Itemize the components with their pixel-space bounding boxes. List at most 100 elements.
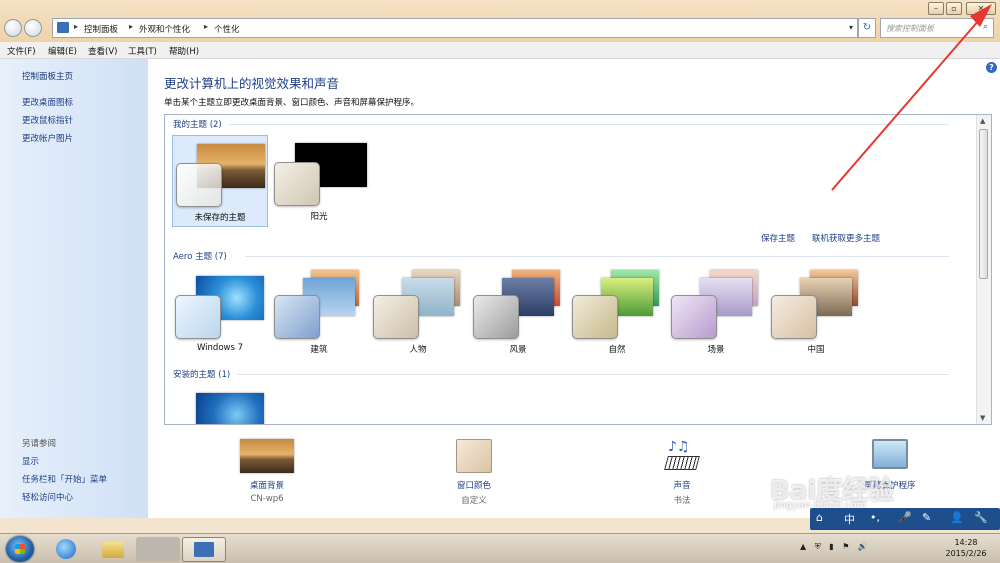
sidebar-item-account-picture[interactable]: 更改帐户图片 [22,132,73,144]
menu-file[interactable]: 文件(F) [7,45,36,57]
sidebar-item-taskbar-start[interactable]: 任务栏和「开始」菜单 [22,473,107,485]
page-subtitle: 单击某个主题立即更改桌面背景、窗口颜色、声音和屏幕保护程序。 [164,98,420,108]
back-button[interactable] [4,19,22,37]
help-icon[interactable]: ? [986,62,997,73]
breadcrumb-appearance[interactable]: 外观和个性化 [139,23,190,35]
theme-nature[interactable]: 自然 [569,268,665,360]
get-more-themes-link[interactable]: 联机获取更多主题 [812,232,880,244]
save-theme-link[interactable]: 保存主题 [761,232,795,244]
theme-china[interactable]: 中国 [768,268,864,360]
ime-pad-icon[interactable]: ✎ [922,511,931,524]
taskbar-explorer-button[interactable] [92,537,136,562]
scrollbar-thumb[interactable] [979,129,988,279]
refresh-button[interactable]: ↻ [858,18,876,38]
close-icon: ✕ [977,4,985,13]
breadcrumb-personalization[interactable]: 个性化 [214,23,240,35]
divider [229,124,949,125]
theme-windows7[interactable]: Windows 7 [172,268,268,360]
menu-help[interactable]: 帮助(H) [169,45,199,57]
theme-installed[interactable] [172,387,268,424]
taskbar-app-button[interactable] [136,537,180,562]
theme-label: 未保存的主题 [194,213,246,223]
breadcrumb-arrow-icon: ▸ [204,22,209,31]
window-color-swatch [456,439,492,473]
start-button[interactable] [6,536,34,562]
theme-color-swatch [771,295,817,339]
menu-bar: 文件(F) 编辑(E) 查看(V) 工具(T) 帮助(H) [0,42,1000,59]
theme-wallpaper-thumbnail [196,393,264,424]
ime-punctuation-icon[interactable]: •, [870,511,880,524]
sidebar-item-display[interactable]: 显示 [22,455,39,467]
volume-icon[interactable]: 🔊 [858,542,868,551]
system-tray: ▲ ⛨ ▮ ⚑ 🔊 [800,542,868,552]
ie-icon [56,539,76,559]
theme-label: 场景 [707,345,725,355]
search-input[interactable]: 搜索控制面板 ⌕ [880,18,994,38]
folder-icon [102,542,124,558]
network-icon[interactable]: ▮ [829,542,833,551]
chevron-down-icon[interactable]: ▾ [849,23,853,32]
theme-color-swatch [176,163,222,207]
theme-landscapes[interactable]: 风景 [470,268,566,360]
maximize-button[interactable]: ▫ [946,2,962,15]
tray-expand-icon[interactable]: ▲ [800,542,806,551]
theme-label: 自然 [608,345,626,355]
sidebar-item-ease-of-access[interactable]: 轻松访问中心 [22,491,73,503]
theme-label: 风景 [509,345,527,355]
menu-edit[interactable]: 编辑(E) [48,45,77,57]
scrollbar[interactable]: ▲ ▼ [976,115,991,424]
breadcrumb-arrow-icon: ▸ [74,22,79,31]
theme-characters[interactable]: 人物 [370,268,466,360]
forward-button[interactable] [24,19,42,37]
taskbar-ie-button[interactable] [46,537,90,562]
main-content: ? 更改计算机上的视觉效果和声音 单击某个主题立即更改桌面背景、窗口颜色、声音和… [148,59,1000,518]
aero-themes-header: Aero 主题 (7) [173,252,227,262]
divider [237,374,949,375]
minimize-button[interactable]: – [928,2,944,15]
shield-icon[interactable]: ⛨ [815,542,821,551]
microphone-icon[interactable]: 🎤 [898,511,912,524]
divider [245,256,949,257]
my-themes-header: 我的主题 (2) [173,120,222,130]
window-color-label: 窗口颜色 [456,481,491,491]
window-titlebar: ▸ 控制面板 ▸ 外观和个性化 ▸ 个性化 ▾ ↻ 搜索控制面板 ⌕ – ▫ ✕ [0,0,1000,42]
taskbar: ▲ ⛨ ▮ ⚑ 🔊 14:28 2015/2/26 [0,533,1000,563]
theme-color-swatch [572,295,618,339]
sidebar-item-control-panel-home[interactable]: 控制面板主页 [22,70,73,82]
control-panel-icon [194,542,214,557]
scroll-up-icon[interactable]: ▲ [980,117,985,125]
scroll-down-icon[interactable]: ▼ [980,414,985,422]
theme-color-swatch [473,295,519,339]
ime-language[interactable]: 中 [844,511,855,527]
close-button[interactable]: ✕ [966,2,996,15]
clock[interactable]: 14:28 2015/2/26 [936,537,996,559]
desktop-background-button[interactable]: 桌面背景 CN-wp6 [217,437,317,509]
ime-toolbar[interactable]: ⌂ 中 •, 🎤 ✎ 👤 🔧 [810,508,1000,530]
menu-view[interactable]: 查看(V) [88,45,117,57]
theme-scenes[interactable]: 场景 [668,268,764,360]
sounds-button[interactable]: ♪♫ 声音 书法 [632,437,732,509]
address-bar[interactable]: ▸ 控制面板 ▸ 外观和个性化 ▸ 个性化 ▾ [52,18,858,38]
theme-unsaved[interactable]: 未保存的主题 [172,135,268,227]
theme-label: 阳光 [310,212,328,222]
breadcrumb-control-panel[interactable]: 控制面板 [84,23,118,35]
theme-color-swatch [274,162,320,206]
theme-color-swatch [175,295,221,339]
sidebar-item-mouse-pointer[interactable]: 更改鼠标指针 [22,114,73,126]
theme-sunshine[interactable]: 阳光 [271,135,367,227]
flag-icon[interactable]: ⚑ [842,542,849,551]
user-icon[interactable]: 👤 [950,511,964,524]
theme-color-swatch [373,295,419,339]
sidebar-item-desktop-icons[interactable]: 更改桌面图标 [22,96,73,108]
taskbar-control-panel-button[interactable] [182,537,226,562]
theme-architecture[interactable]: 建筑 [271,268,367,360]
wrench-icon[interactable]: 🔧 [974,511,988,524]
sounds-label: 声音 [673,481,691,491]
theme-list: 我的主题 (2) 未保存的主题 阳光 保存主题 联机获取更多主题 Aero 主题… [164,114,992,425]
clock-time: 14:28 [954,538,978,547]
menu-tools[interactable]: 工具(T) [128,45,157,57]
window-color-button[interactable]: 窗口颜色 自定义 [424,437,524,509]
ime-mode-icon[interactable]: ⌂ [816,511,823,524]
theme-label: 人物 [409,345,427,355]
see-also-heading: 另请参阅 [22,439,57,449]
